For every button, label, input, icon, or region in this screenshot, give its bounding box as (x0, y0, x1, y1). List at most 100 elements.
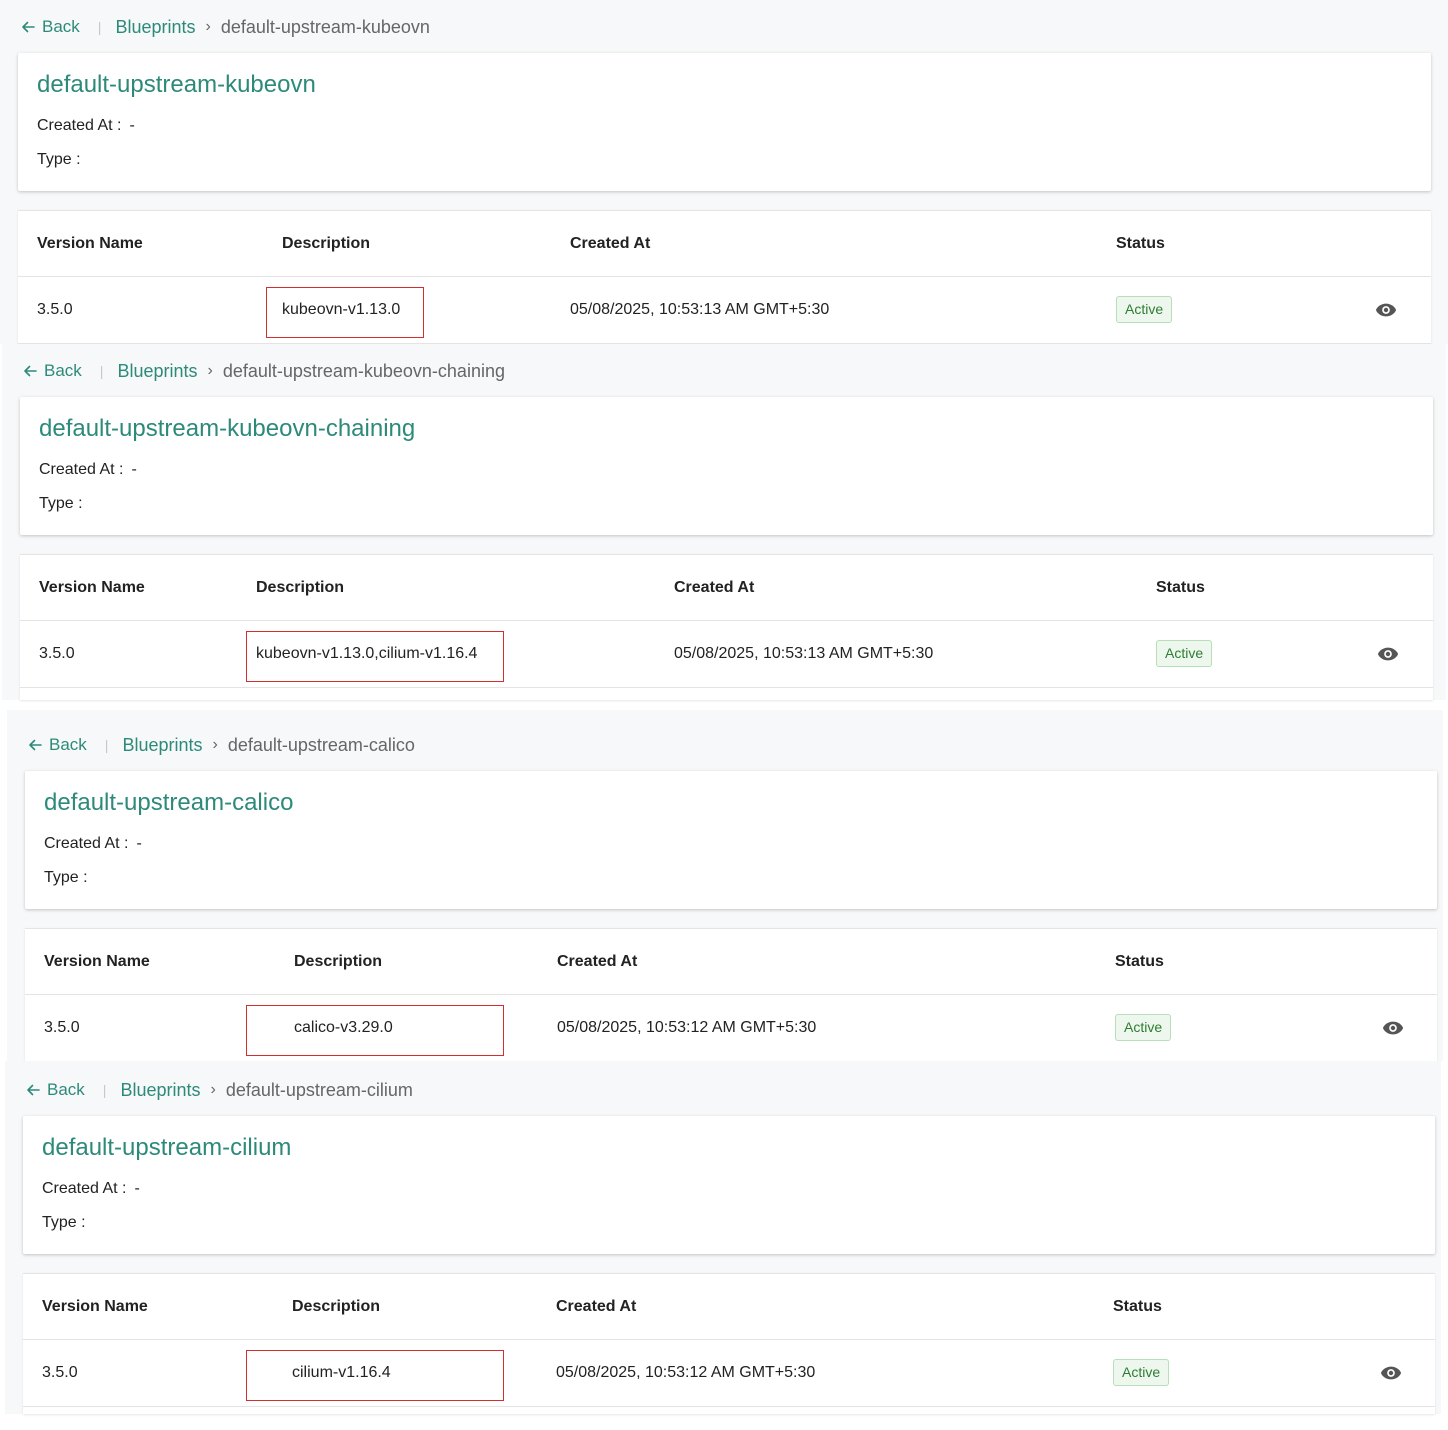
description-cell: calico-v3.29.0 (294, 1019, 393, 1036)
col-version-name: Version Name (37, 235, 143, 252)
created-at-value: - (129, 117, 135, 134)
table-header: Version Name Description Created At Stat… (25, 929, 1437, 995)
status-badge: Active (1156, 640, 1213, 667)
blueprint-panel-kubeovn: Back | Blueprints › default-upstream-kub… (0, 0, 1448, 344)
back-label: Back (42, 17, 80, 36)
versions-table: Version Name Description Created At Stat… (20, 554, 1433, 700)
type-info: Type : (42, 1214, 94, 1232)
arrow-left-icon (27, 1084, 40, 1096)
created-at-label: Created At : (44, 835, 129, 852)
created-at-cell: 05/08/2025, 10:53:12 AM GMT+5:30 (556, 1364, 816, 1381)
col-created-at: Created At (556, 1298, 637, 1315)
chevron-right-icon: › (205, 18, 211, 35)
chevron-right-icon: › (210, 1081, 216, 1098)
created-at-label: Created At : (37, 117, 122, 134)
breadcrumb-current: default-upstream-kubeovn-chaining (222, 360, 505, 381)
back-button[interactable]: Back (25, 1080, 85, 1100)
back-label: Back (44, 361, 82, 380)
back-label: Back (49, 735, 87, 754)
created-at-label: Created At : (39, 461, 124, 478)
status-badge: Active (1115, 1014, 1172, 1041)
type-info: Type : (44, 869, 96, 887)
col-description: Description (256, 579, 345, 596)
description-cell: kubeovn-v1.13.0,cilium-v1.16.4 (256, 645, 478, 662)
breadcrumb-blueprints-link[interactable]: Blueprints (122, 735, 202, 756)
blueprint-panel-cilium: Back | Blueprints › default-upstream-cil… (5, 1061, 1441, 1414)
crumb-divider: | (102, 1082, 107, 1098)
chevron-right-icon: › (207, 362, 213, 379)
blueprint-title: default-upstream-kubeovn-chaining (39, 415, 416, 442)
crumb-divider: | (97, 19, 102, 35)
versions-table: Version Name Description Created At Stat… (18, 210, 1431, 344)
eye-icon[interactable] (1380, 1364, 1402, 1382)
table-row: 3.5.0 calico-v3.29.0 05/08/2025, 10:53:1… (25, 995, 1437, 1061)
col-description: Description (282, 235, 371, 252)
created-at-info: Created At :- (37, 117, 135, 135)
blueprint-info-card: default-upstream-kubeovn-chaining Create… (20, 397, 1433, 535)
breadcrumb: Back | Blueprints › default-upstream-kub… (20, 17, 430, 37)
eye-icon[interactable] (1375, 301, 1397, 319)
arrow-left-icon (29, 739, 42, 751)
breadcrumb-blueprints-link[interactable]: Blueprints (115, 17, 195, 38)
version-name-cell: 3.5.0 (39, 645, 75, 662)
type-label: Type : (42, 1214, 86, 1231)
blueprint-info-card: default-upstream-calico Created At :- Ty… (25, 771, 1437, 909)
table-header: Version Name Description Created At Stat… (20, 555, 1433, 621)
created-at-info: Created At :- (44, 835, 142, 853)
description-cell: cilium-v1.16.4 (292, 1364, 391, 1381)
back-button[interactable]: Back (22, 361, 82, 381)
eye-icon[interactable] (1377, 645, 1399, 663)
blueprint-panel-calico: Back | Blueprints › default-upstream-cal… (7, 710, 1443, 1061)
created-at-value: - (136, 835, 142, 852)
table-row: 3.5.0 kubeovn-v1.13.0,cilium-v1.16.4 05/… (20, 621, 1433, 688)
breadcrumb: Back | Blueprints › default-upstream-kub… (22, 361, 505, 381)
type-label: Type : (39, 495, 83, 512)
table-row: 3.5.0 kubeovn-v1.13.0 05/08/2025, 10:53:… (18, 277, 1431, 344)
chevron-right-icon: › (212, 736, 218, 753)
version-name-cell: 3.5.0 (37, 301, 73, 318)
col-status: Status (1156, 579, 1205, 596)
type-info: Type : (39, 495, 91, 513)
version-name-cell: 3.5.0 (44, 1019, 80, 1036)
crumb-divider: | (104, 737, 109, 753)
blueprint-info-card: default-upstream-cilium Created At :- Ty… (23, 1116, 1435, 1254)
back-label: Back (47, 1080, 85, 1099)
breadcrumb-blueprints-link[interactable]: Blueprints (120, 1080, 200, 1101)
created-at-cell: 05/08/2025, 10:53:12 AM GMT+5:30 (557, 1019, 817, 1036)
blueprint-title: default-upstream-calico (44, 789, 294, 816)
description-cell: kubeovn-v1.13.0 (282, 301, 401, 318)
type-label: Type : (37, 151, 81, 168)
status-badge: Active (1113, 1359, 1170, 1386)
created-at-value: - (131, 461, 137, 478)
breadcrumb: Back | Blueprints › default-upstream-cil… (25, 1080, 413, 1100)
col-created-at: Created At (674, 579, 755, 596)
status-badge: Active (1116, 296, 1173, 323)
arrow-left-icon (22, 21, 35, 33)
table-header: Version Name Description Created At Stat… (23, 1274, 1435, 1340)
type-info: Type : (37, 151, 89, 169)
col-version-name: Version Name (44, 953, 150, 970)
blueprint-panel-kubeovn-chaining: Back | Blueprints › default-upstream-kub… (2, 344, 1446, 700)
eye-icon[interactable] (1382, 1019, 1404, 1037)
created-at-value: - (134, 1180, 140, 1197)
blueprint-title: default-upstream-cilium (42, 1134, 292, 1161)
col-status: Status (1116, 235, 1165, 252)
col-version-name: Version Name (39, 579, 145, 596)
col-created-at: Created At (557, 953, 638, 970)
created-at-cell: 05/08/2025, 10:53:13 AM GMT+5:30 (570, 301, 830, 318)
versions-table: Version Name Description Created At Stat… (25, 928, 1437, 1061)
back-button[interactable]: Back (27, 735, 87, 755)
breadcrumb-blueprints-link[interactable]: Blueprints (117, 361, 197, 382)
col-description: Description (294, 953, 383, 970)
created-at-info: Created At :- (39, 461, 137, 479)
blueprint-info-card: default-upstream-kubeovn Created At :- T… (18, 53, 1431, 191)
col-version-name: Version Name (42, 1298, 148, 1315)
col-status: Status (1115, 953, 1164, 970)
created-at-info: Created At :- (42, 1180, 140, 1198)
breadcrumb: Back | Blueprints › default-upstream-cal… (27, 735, 415, 755)
blueprint-title: default-upstream-kubeovn (37, 71, 316, 98)
back-button[interactable]: Back (20, 17, 80, 37)
breadcrumb-current: default-upstream-calico (227, 734, 415, 755)
versions-table: Version Name Description Created At Stat… (23, 1273, 1435, 1414)
breadcrumb-current: default-upstream-cilium (225, 1079, 413, 1100)
